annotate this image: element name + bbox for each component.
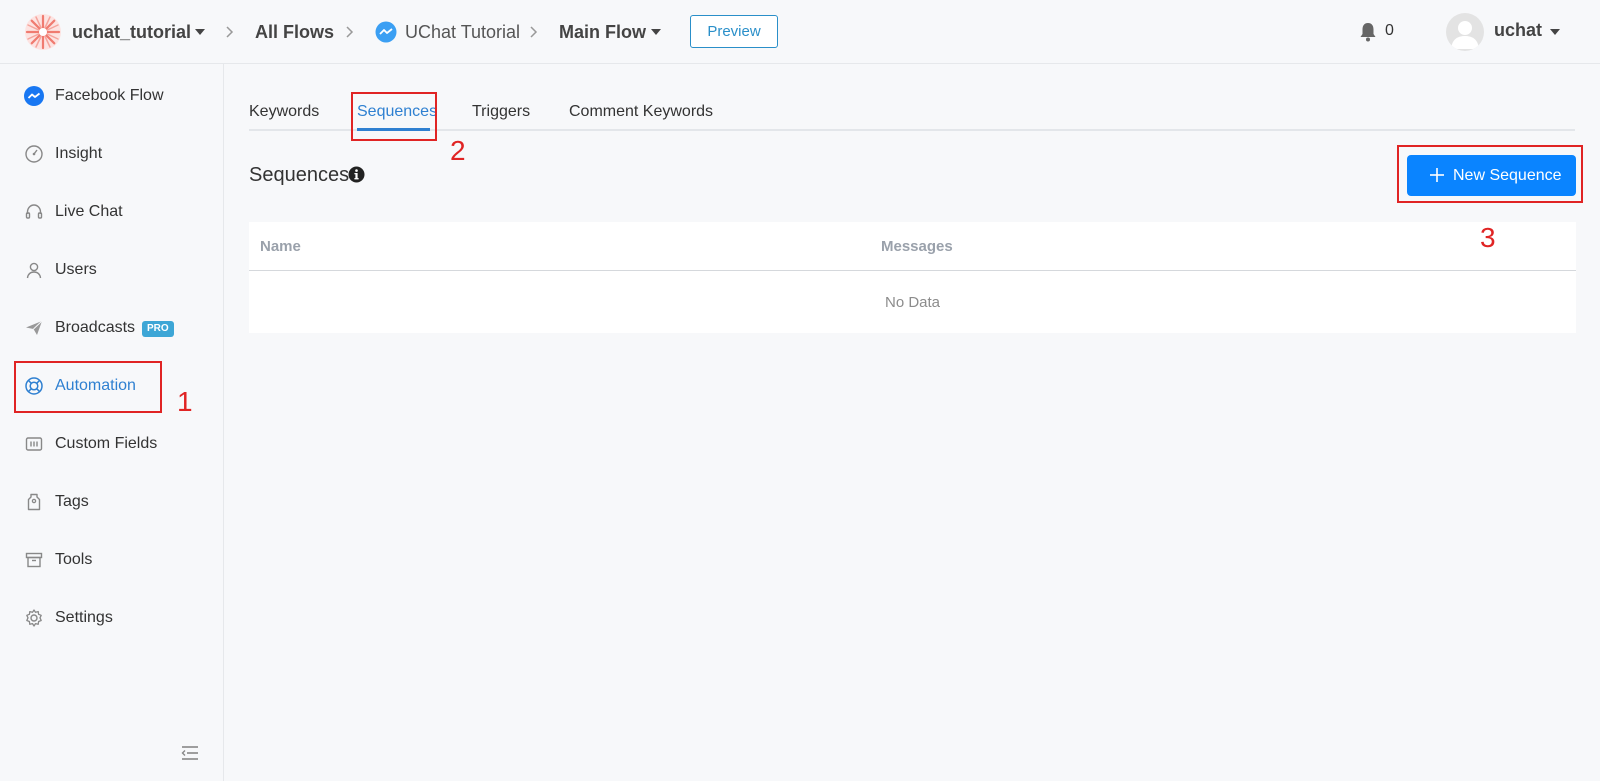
pro-badge: PRO bbox=[142, 321, 174, 337]
annotation-box-automation bbox=[14, 361, 162, 413]
sidebar-item-label: Custom Fields bbox=[55, 435, 158, 452]
sidebar-item-label: Broadcasts bbox=[55, 319, 136, 336]
top-bar: uchat_tutorial All Flows UChat Tutorial … bbox=[0, 0, 1600, 64]
sidebar-item-live-chat[interactable]: Live Chat bbox=[0, 192, 223, 232]
messenger-icon bbox=[375, 21, 397, 43]
sidebar: Facebook Flow Insight Live Chat Users Br… bbox=[0, 64, 224, 781]
paper-plane-icon bbox=[26, 320, 43, 335]
notification-count[interactable]: 0 bbox=[1385, 22, 1394, 40]
annotation-number-2: 2 bbox=[450, 135, 466, 166]
headset-icon bbox=[25, 204, 43, 219]
user-name[interactable]: uchat bbox=[1494, 20, 1542, 41]
archive-box-icon bbox=[25, 552, 43, 568]
breadcrumb-flow[interactable]: Main Flow bbox=[559, 20, 646, 44]
workspace-name[interactable]: uchat_tutorial bbox=[72, 20, 191, 44]
sidebar-item-insight[interactable]: Insight bbox=[0, 134, 223, 174]
column-header-name[interactable]: Name bbox=[260, 238, 301, 255]
sidebar-item-users[interactable]: Users bbox=[0, 250, 223, 290]
annotation-number-3: 3 bbox=[1480, 222, 1496, 253]
sidebar-item-tools[interactable]: Tools bbox=[0, 540, 223, 580]
tag-icon bbox=[27, 493, 41, 511]
workspace-logo[interactable] bbox=[24, 13, 62, 51]
breadcrumb-separator-icon bbox=[530, 26, 538, 38]
annotation-box-sequences-tab bbox=[351, 92, 437, 141]
preview-button[interactable]: Preview bbox=[690, 15, 778, 48]
sidebar-item-tags[interactable]: Tags bbox=[0, 482, 223, 522]
sidebar-item-label: Tools bbox=[55, 551, 93, 568]
sidebar-item-custom-fields[interactable]: Custom Fields bbox=[0, 424, 223, 464]
tab-comment-keywords[interactable]: Comment Keywords bbox=[569, 102, 713, 122]
empty-state-text: No Data bbox=[884, 294, 941, 311]
avatar[interactable] bbox=[1446, 13, 1484, 51]
flow-chevron-down-icon[interactable] bbox=[651, 29, 661, 35]
tab-triggers[interactable]: Triggers bbox=[472, 102, 530, 122]
sidebar-item-label: Users bbox=[55, 261, 97, 278]
automation-tabs: Keywords Sequences Triggers Comment Keyw… bbox=[249, 64, 1575, 131]
breadcrumb-bot[interactable]: UChat Tutorial bbox=[405, 20, 520, 44]
page-title: Sequences bbox=[249, 164, 350, 186]
user-silhouette-icon bbox=[1451, 21, 1479, 49]
tab-keywords[interactable]: Keywords bbox=[249, 102, 319, 122]
sidebar-item-label: Settings bbox=[55, 609, 113, 626]
workspace-chevron-down-icon[interactable] bbox=[195, 29, 205, 35]
breadcrumb-all-flows[interactable]: All Flows bbox=[255, 20, 334, 44]
bell-icon[interactable] bbox=[1358, 21, 1378, 43]
sequences-table: Name Messages No Data bbox=[249, 222, 1576, 333]
gauge-icon bbox=[25, 145, 43, 163]
user-chevron-down-icon[interactable] bbox=[1550, 29, 1560, 35]
info-icon[interactable] bbox=[348, 166, 365, 183]
sidebar-item-label: Live Chat bbox=[55, 203, 123, 220]
table-header-divider bbox=[249, 270, 1576, 271]
sidebar-item-facebook-flow[interactable]: Facebook Flow bbox=[0, 76, 223, 116]
sidebar-item-settings[interactable]: Settings bbox=[0, 598, 223, 638]
annotation-number-1: 1 bbox=[177, 386, 193, 417]
sidebar-item-broadcasts[interactable]: Broadcasts PRO bbox=[0, 308, 223, 348]
messenger-icon bbox=[24, 86, 44, 106]
collapse-sidebar-icon[interactable] bbox=[181, 745, 199, 761]
annotation-box-new-sequence bbox=[1397, 145, 1583, 203]
user-icon bbox=[26, 262, 42, 279]
breadcrumb-separator-icon bbox=[226, 26, 234, 38]
gear-icon bbox=[26, 609, 42, 627]
column-header-messages[interactable]: Messages bbox=[881, 238, 953, 255]
custom-fields-icon bbox=[25, 437, 43, 451]
sidebar-item-label: Facebook Flow bbox=[55, 87, 164, 104]
sidebar-item-label: Insight bbox=[55, 145, 103, 162]
sidebar-item-label: Tags bbox=[55, 493, 89, 510]
breadcrumb-separator-icon bbox=[346, 26, 354, 38]
